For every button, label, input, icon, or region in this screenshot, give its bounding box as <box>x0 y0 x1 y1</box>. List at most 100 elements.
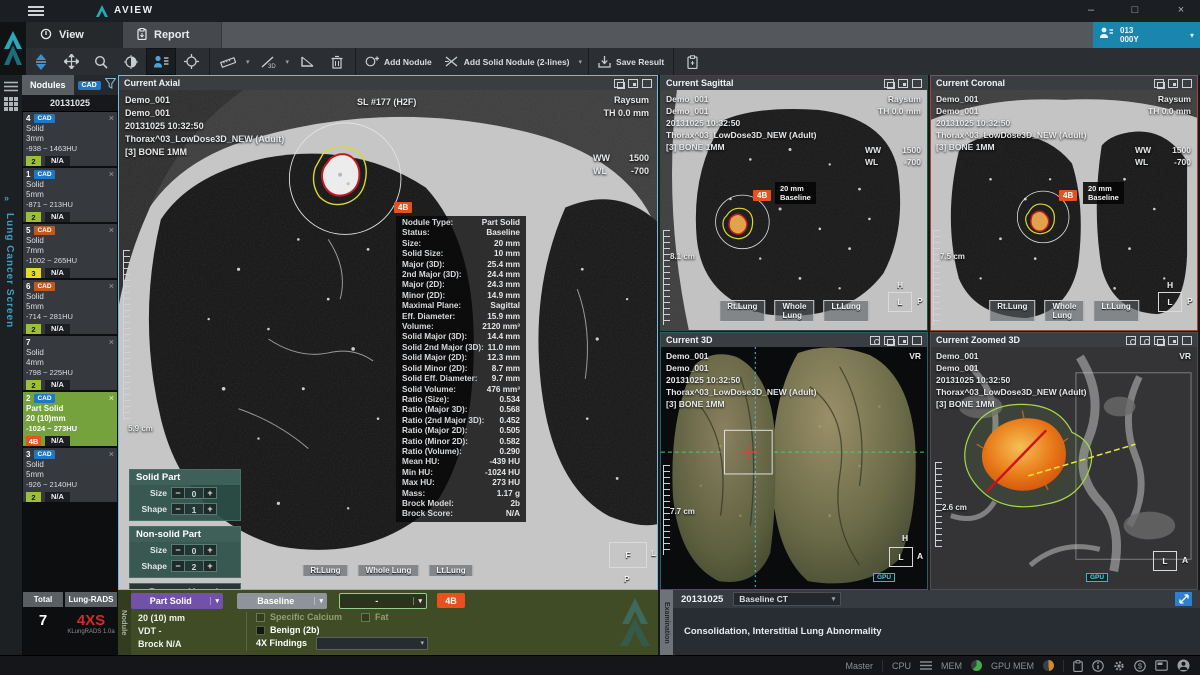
window-maximize-button[interactable]: □ <box>1126 3 1144 19</box>
plus-button[interactable]: + <box>203 544 217 556</box>
region-button[interactable]: Whole Lung <box>774 300 814 322</box>
patient-profile-tool-icon[interactable] <box>146 48 176 75</box>
minus-button[interactable]: − <box>171 503 185 515</box>
maximize-view-icon[interactable] <box>1182 79 1192 88</box>
save-result-button[interactable]: Save Result <box>592 48 670 75</box>
nodule-type-dropdown[interactable]: Part Solid ▾ <box>131 593 223 609</box>
capture-view-icon[interactable] <box>1126 336 1136 345</box>
total-tab[interactable]: Total <box>23 592 63 607</box>
pan-tool-icon[interactable] <box>56 48 86 75</box>
fat-checkbox[interactable] <box>361 613 370 622</box>
benign-checkbox[interactable] <box>256 626 265 635</box>
minus-button[interactable]: − <box>171 560 185 572</box>
nodule-card[interactable]: 5 CAD × Solid 7mm -1002 ~ 265HU 3 N/A <box>23 224 117 278</box>
examination-panel-tab[interactable]: Examination <box>660 590 673 655</box>
coronal-nodule-badge[interactable]: 4B <box>1059 190 1077 201</box>
chevron-down-icon[interactable]: ▾ <box>1190 31 1194 40</box>
window-level-tool-icon[interactable] <box>116 48 146 75</box>
maximize-view-icon[interactable] <box>912 79 922 88</box>
capture-view-icon[interactable] <box>870 336 880 345</box>
nodule-card[interactable]: 6 CAD × Solid 5mm -714 ~ 281HU 2 N/A <box>23 280 117 334</box>
close-icon[interactable]: × <box>109 338 114 347</box>
license-icon[interactable]: $ <box>1134 660 1146 672</box>
ruler-3d-tool-icon[interactable]: 3D <box>253 48 283 75</box>
nodule-card[interactable]: 7 × Solid 4mm -798 ~ 225HU 2 N/A <box>23 336 117 390</box>
window-minimize-button[interactable]: – <box>1082 3 1100 19</box>
nodule-extra-dropdown[interactable]: - ▾ <box>339 593 427 609</box>
close-icon[interactable]: × <box>109 170 114 179</box>
tab-report[interactable]: Report <box>123 22 222 48</box>
region-button[interactable]: Whole Lung <box>358 564 420 577</box>
maximize-view-icon[interactable] <box>642 79 652 88</box>
copy-view-icon[interactable] <box>1154 79 1164 88</box>
add-solid-nodule-chevron[interactable]: ▾ <box>576 58 586 66</box>
findings-dropdown[interactable]: ▾ <box>316 637 428 650</box>
add-nodule-button[interactable]: Add Nodule <box>359 48 438 75</box>
region-button[interactable]: Rt.Lung <box>719 300 765 322</box>
sagittal-nodule-badge[interactable]: 4B <box>753 190 771 201</box>
expand-panel-icon[interactable] <box>1175 592 1192 606</box>
list-icon[interactable] <box>4 79 18 97</box>
specific-calcium-checkbox[interactable] <box>256 613 265 622</box>
close-icon[interactable]: × <box>109 114 114 123</box>
maximize-view-icon[interactable] <box>1182 336 1192 345</box>
region-button[interactable]: Lt.Lung <box>428 564 473 577</box>
region-button[interactable]: Rt.Lung <box>302 564 348 577</box>
plus-button[interactable]: + <box>203 487 217 499</box>
copy-view-icon[interactable] <box>884 79 894 88</box>
lung-rads-tab[interactable]: Lung-RADS <box>65 592 117 607</box>
solid-size-stepper[interactable]: −0+ <box>171 487 217 499</box>
rail-expand-icon[interactable]: » <box>4 193 9 203</box>
plus-button[interactable]: + <box>203 560 217 572</box>
hamburger-menu-icon[interactable] <box>28 6 44 16</box>
minus-button[interactable]: − <box>171 487 185 499</box>
region-button[interactable]: Lt.Lung <box>823 300 868 322</box>
solid-shape-stepper[interactable]: −1+ <box>171 503 217 515</box>
add-solid-nodule-button[interactable]: Add Solid Nodule (2-lines) <box>438 48 576 75</box>
region-button[interactable]: Lt.Lung <box>1093 300 1138 322</box>
plus-button[interactable]: + <box>203 503 217 515</box>
scroll-tool-icon[interactable] <box>26 48 56 75</box>
ruler-3d-dropdown-chevron[interactable]: ▾ <box>283 58 293 66</box>
gear-icon[interactable] <box>1113 660 1125 672</box>
remove-vessel-checkbox[interactable] <box>136 589 144 590</box>
patient-badge[interactable]: 013 000Y ▾ <box>1093 22 1200 48</box>
minus-button[interactable]: − <box>171 544 185 556</box>
view-settings-icon[interactable] <box>1168 79 1178 88</box>
close-icon[interactable]: × <box>109 450 114 459</box>
record-view-icon[interactable] <box>1140 336 1150 345</box>
display-settings-icon[interactable] <box>1155 660 1168 671</box>
filter-icon[interactable] <box>105 76 116 94</box>
clipboard-tool-icon[interactable] <box>677 48 707 75</box>
region-button[interactable]: Rt.Lung <box>989 300 1035 322</box>
region-button[interactable]: Whole Lung <box>1044 300 1084 322</box>
clipboard-icon[interactable] <box>1073 660 1083 672</box>
close-icon[interactable]: × <box>109 226 114 235</box>
tab-view[interactable]: View <box>26 22 123 48</box>
copy-view-icon[interactable] <box>614 79 624 88</box>
crosshair-tool-icon[interactable] <box>176 48 206 75</box>
ruler-tool-icon[interactable] <box>213 48 243 75</box>
copy-view-icon[interactable] <box>1154 336 1164 345</box>
zoom-tool-icon[interactable] <box>86 48 116 75</box>
close-icon[interactable]: × <box>109 282 114 291</box>
nodule-card[interactable]: 2 CAD × Part Solid 20 (10)mm -1024 ~ 273… <box>23 392 117 446</box>
nodules-tab[interactable]: Nodules <box>22 75 74 95</box>
nodule-card[interactable]: 4 CAD × Solid 3mm -938 ~ 1463HU 2 N/A <box>23 112 117 166</box>
nonsolid-size-stepper[interactable]: −0+ <box>171 544 217 556</box>
view-settings-icon[interactable] <box>628 79 638 88</box>
window-close-button[interactable]: × <box>1172 3 1190 19</box>
nodule-card[interactable]: 3 CAD × Solid 5mm -926 ~ 2140HU 2 N/A <box>23 448 117 502</box>
angle-tool-icon[interactable] <box>292 48 322 75</box>
ruler-dropdown-chevron[interactable]: ▾ <box>243 58 253 66</box>
nodule-card[interactable]: 1 CAD × Solid 5mm -871 ~ 213HU 2 N/A <box>23 168 117 222</box>
view-settings-icon[interactable] <box>1168 336 1178 345</box>
study-date-header[interactable]: 20131025 <box>22 95 118 112</box>
cad-toggle-button[interactable]: CAD <box>78 81 101 90</box>
user-account-icon[interactable] <box>1177 659 1190 672</box>
nodule-status-dropdown[interactable]: Baseline ▾ <box>237 593 327 609</box>
grid-layout-icon[interactable] <box>4 97 18 116</box>
lung-cancer-screen-label[interactable]: Lung Cancer Screen <box>4 213 15 328</box>
close-icon[interactable]: × <box>109 394 114 403</box>
remove-vessel-row[interactable]: Remove Vessel <box>129 583 241 589</box>
